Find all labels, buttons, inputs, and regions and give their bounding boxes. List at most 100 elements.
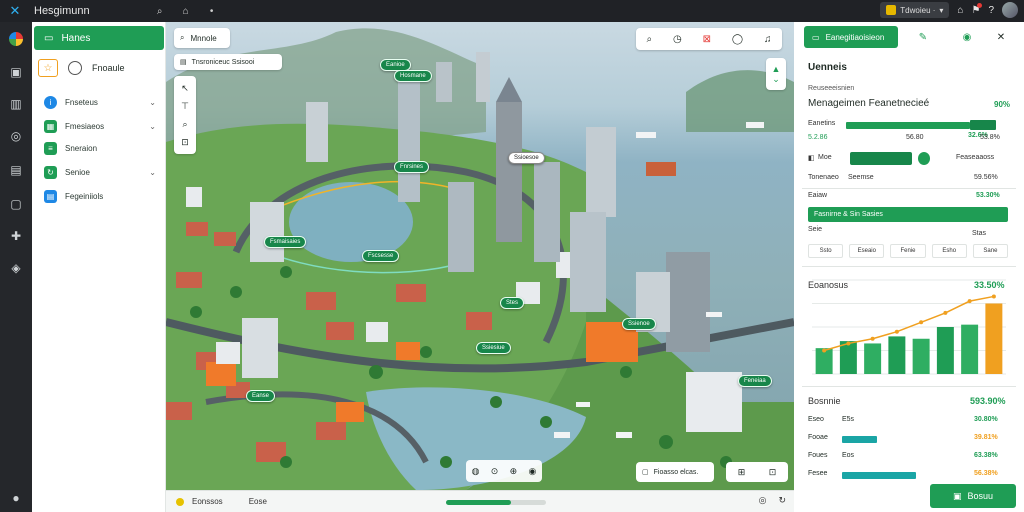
dot-icon[interactable]: • xyxy=(206,6,218,17)
map-pin[interactable]: Ssioesoe xyxy=(508,152,545,164)
chat-icon[interactable]: ▢ xyxy=(8,196,24,212)
filter-pill[interactable]: Ssto xyxy=(808,244,844,258)
chart-bar[interactable] xyxy=(864,343,882,374)
nav-item-1[interactable]: i Fnseteus ⌄ xyxy=(44,94,156,110)
map-pin[interactable]: Feneiaa xyxy=(738,375,772,387)
pin-icon[interactable]: ⊙ xyxy=(491,466,499,477)
chart-point[interactable] xyxy=(919,320,924,325)
bell-icon[interactable]: ⌂ xyxy=(957,5,963,16)
edit-icon[interactable]: ✎ xyxy=(914,28,932,46)
map-pin[interactable]: Fnrsines xyxy=(394,161,430,173)
chart-bar[interactable] xyxy=(961,324,979,374)
chart-point[interactable] xyxy=(943,310,948,315)
puzzle-icon[interactable]: ✚ xyxy=(8,228,24,244)
camera-icon[interactable]: ◉ xyxy=(528,466,536,477)
app-window: ✕ Hesgimunn ⌕ ⌂ • Tdwoieu · ▾ ⌂ ⚑ ? ▣ ▥ … xyxy=(0,0,1024,512)
chart-point[interactable] xyxy=(967,299,972,304)
segment-toggle[interactable] xyxy=(850,152,912,165)
target-icon[interactable]: ◯ xyxy=(732,34,743,45)
database-icon[interactable]: ▤ xyxy=(8,162,24,178)
measure-icon[interactable]: ⊡ xyxy=(181,137,189,148)
chart-point[interactable] xyxy=(991,294,996,299)
help-icon[interactable]: ? xyxy=(988,5,994,16)
avatar[interactable] xyxy=(1002,2,1018,18)
line-label: Tonenaeo xyxy=(808,174,839,181)
primary-action-button[interactable]: ▣ Bosuu xyxy=(930,484,1016,508)
chart-point[interactable] xyxy=(894,329,899,334)
map-pin[interactable]: Fscsesse xyxy=(362,250,400,262)
metric-row: 5.2.86 56.80 53.8% xyxy=(808,134,1008,146)
nav-item-label: Sneraion xyxy=(65,143,98,153)
list-item[interactable]: Fesee 56.38% xyxy=(808,470,1008,482)
print-icon[interactable]: ⊞ xyxy=(738,467,746,478)
shield-icon[interactable]: ◈ xyxy=(8,260,24,276)
list-item[interactable]: Eseo E5s 30.80% xyxy=(808,416,1008,428)
map-search-box[interactable]: ⌕ Mnnole xyxy=(174,28,230,48)
filter-pill[interactable]: Esho xyxy=(931,244,967,258)
search-icon[interactable]: ⌕ xyxy=(154,6,166,17)
nav-item-5[interactable]: ▤ Fegeiniiols xyxy=(44,188,156,204)
rotate-icon[interactable]: ◍ xyxy=(472,466,480,477)
close-icon[interactable]: ✕ xyxy=(992,28,1010,46)
filter-pill[interactable]: Sane xyxy=(972,244,1009,258)
map-legend-label: Fioasso elcas. xyxy=(653,468,699,476)
chart-bar[interactable] xyxy=(985,303,1003,375)
chart-point[interactable] xyxy=(846,341,851,346)
segment-dot[interactable] xyxy=(918,152,930,165)
target-icon[interactable]: ◎ xyxy=(759,495,767,506)
metric-label: 5.2.86 xyxy=(808,134,828,141)
panel-header-button[interactable]: ▭ Eanegitiaoisieon xyxy=(804,26,898,48)
map-pin[interactable]: Eanse xyxy=(246,390,276,402)
account-icon[interactable]: ● xyxy=(8,490,24,506)
list-item-value: 39.81% xyxy=(974,434,998,441)
person-icon[interactable]: ⊕ xyxy=(510,466,518,477)
nav-header-button[interactable]: ▭ Hanes xyxy=(34,26,164,50)
map-pin[interactable]: Ssiesiue xyxy=(476,342,511,354)
app-logo-icon[interactable]: ✕ xyxy=(6,2,24,20)
map-pin[interactable]: Hosmane xyxy=(394,70,432,82)
filter-pill[interactable]: Eseaio xyxy=(849,244,885,258)
nav-item-2[interactable]: ▦ Fmesiaeos ⌄ xyxy=(44,118,156,134)
map-pin[interactable]: Stes xyxy=(500,297,525,309)
bell-icon[interactable]: ♫ xyxy=(764,34,772,45)
chart-bar[interactable] xyxy=(888,336,906,374)
workspace-chip[interactable]: Tdwoieu · ▾ xyxy=(880,2,950,18)
map-legend[interactable]: ▢ Fioasso elcas. xyxy=(636,462,714,482)
record-icon[interactable]: ◉ xyxy=(958,28,976,46)
map-pin[interactable]: Ssienoe xyxy=(622,318,656,330)
nav-item-3[interactable]: ≡ Sneraion xyxy=(44,140,156,156)
city-map-3d[interactable]: ⌕ Mnnole ▤ Tnsroniceuc Ssisooi ↖ ⊤ ⌕ ⊡ ⌕… xyxy=(166,22,794,490)
search-icon[interactable]: ⌕ xyxy=(182,119,187,130)
chart-bar[interactable] xyxy=(936,327,954,374)
metric-label: Eanetins xyxy=(808,120,836,127)
highlight-row[interactable]: Fasnirne & Sin Sasies xyxy=(808,207,1008,222)
stats-icon[interactable]: ▥ xyxy=(8,96,24,112)
map-layer-chip[interactable]: ▤ Tnsroniceuc Ssisooi xyxy=(174,54,282,70)
chart-point[interactable] xyxy=(870,336,875,341)
search-icon[interactable]: ⌕ xyxy=(646,34,652,45)
map-pin[interactable]: Fsmaisaies xyxy=(264,236,307,248)
list-item[interactable]: Foues Eos 63.38% xyxy=(808,452,1008,464)
layer-toggle-button[interactable]: ▲ ⌄ xyxy=(766,58,786,90)
home-icon[interactable]: ⌂ xyxy=(180,6,192,17)
browser-icon[interactable] xyxy=(9,32,23,46)
refresh-icon[interactable]: ↻ xyxy=(778,495,786,506)
fullscreen-icon[interactable]: ⊡ xyxy=(769,467,777,478)
list-item[interactable]: Fooae 39.81% xyxy=(808,434,1008,446)
close-icon[interactable]: ⊠ xyxy=(703,34,711,45)
line-tool-icon[interactable]: ⊤ xyxy=(181,101,189,112)
segment-row: ◧ Moe Feaseaaoss xyxy=(808,152,1008,166)
filter-pill[interactable]: Fenie xyxy=(890,244,926,258)
notification-icon[interactable]: ⚑ xyxy=(971,2,983,16)
nav-section[interactable]: ☆ Fnoaule xyxy=(38,58,158,78)
calendar-icon[interactable]: ▣ xyxy=(8,64,24,80)
chart-point[interactable] xyxy=(822,348,827,353)
map-scene xyxy=(166,28,794,490)
clock-icon[interactable]: ◷ xyxy=(673,34,682,45)
chart-bar[interactable] xyxy=(839,341,857,374)
cursor-icon[interactable]: ↖ xyxy=(181,83,189,94)
status-left-label: Eonssos xyxy=(192,497,223,506)
nav-item-4[interactable]: ↻ Senioe ⌄ xyxy=(44,164,156,180)
settings-icon[interactable]: ◎ xyxy=(8,128,24,144)
chart-bar[interactable] xyxy=(912,338,930,374)
